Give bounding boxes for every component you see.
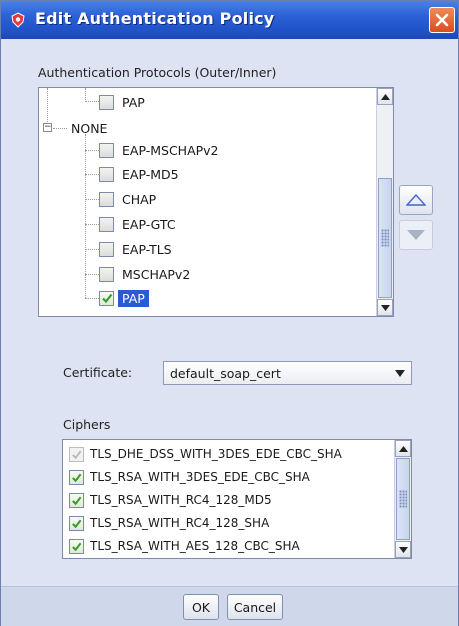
tree-item-label-selected: PAP <box>118 289 149 307</box>
checkbox-checked[interactable] <box>69 469 84 485</box>
certificate-label: Certificate: <box>63 365 133 380</box>
move-down-button[interactable] <box>399 220 433 250</box>
tree-line <box>85 224 99 225</box>
tree-item-chap[interactable]: CHAP <box>99 187 156 211</box>
ok-button[interactable]: OK <box>183 594 219 620</box>
tree-item-eap-gtc[interactable]: EAP-GTC <box>99 212 176 236</box>
certificate-select[interactable]: default_soap_cert <box>163 361 412 385</box>
cipher-item-rsa-aes128[interactable]: TLS_RSA_WITH_AES_128_CBC_SHA <box>69 534 300 558</box>
tree-item-label: EAP-MSCHAPv2 <box>122 142 219 158</box>
checkbox[interactable] <box>99 94 114 110</box>
tree-node-none[interactable]: NONE <box>63 116 107 140</box>
certificate-value: default_soap_cert <box>170 365 281 381</box>
checkbox-checked[interactable] <box>69 515 84 531</box>
cipher-label: TLS_RSA_WITH_AES_128_CBC_SHA <box>90 539 300 553</box>
tree-line <box>85 249 99 250</box>
checkmark-icon <box>101 293 112 304</box>
tree-line <box>85 101 99 102</box>
grip-icon <box>399 490 407 508</box>
checkbox-checked[interactable] <box>69 492 84 508</box>
dialog-window: Edit Authentication Policy Authenticatio… <box>0 0 459 626</box>
arrow-up-icon <box>398 445 408 452</box>
arrow-down-icon <box>398 546 408 553</box>
ciphers-label: Ciphers <box>63 417 111 432</box>
close-icon <box>435 13 449 27</box>
chevron-down-icon <box>395 370 405 377</box>
tree-item-pap-inner[interactable]: PAP <box>99 286 149 310</box>
checkbox[interactable] <box>99 216 114 232</box>
tree-item-eap-mschapv2[interactable]: EAP-MSCHAPv2 <box>99 138 219 162</box>
cancel-button[interactable]: Cancel <box>227 594 283 620</box>
tree-node-label: NONE <box>71 120 108 136</box>
tree-item-label: EAP-TLS <box>122 241 172 257</box>
tree-item-pap-outer[interactable]: PAP <box>99 90 145 114</box>
scroll-down-button[interactable] <box>395 541 411 558</box>
tree-line <box>85 88 86 102</box>
cipher-label: TLS_RSA_WITH_RC4_128_MD5 <box>90 493 272 507</box>
checkmark-icon <box>72 450 82 459</box>
triangle-up-icon <box>406 194 426 206</box>
dialog-title: Edit Authentication Policy <box>35 9 275 28</box>
checkmark-icon <box>72 496 82 505</box>
scroll-up-button[interactable] <box>395 440 411 457</box>
tree-line <box>85 199 99 200</box>
checkbox[interactable] <box>99 142 114 158</box>
cipher-label: TLS_RSA_WITH_3DES_EDE_CBC_SHA <box>90 470 310 484</box>
checkmark-icon <box>72 519 82 528</box>
tree-item-eap-md5[interactable]: EAP-MD5 <box>99 162 179 186</box>
grip-icon <box>381 229 389 247</box>
tree-item-eap-tls[interactable]: EAP-TLS <box>99 237 172 261</box>
close-button[interactable] <box>429 7 455 33</box>
shield-icon <box>11 12 25 28</box>
title-bar[interactable]: Edit Authentication Policy <box>1 1 458 39</box>
tree-line <box>85 150 99 151</box>
checkmark-icon <box>72 542 82 551</box>
tree-item-mschapv2[interactable]: MSCHAPv2 <box>99 262 190 286</box>
ciphers-list[interactable]: TLS_DHE_DSS_WITH_3DES_EDE_CBC_SHA TLS_RS… <box>62 439 412 559</box>
tree-line <box>85 174 99 175</box>
protocols-tree[interactable]: PAP − NONE EAP-MSCHAPv2 EAP-MD5 CHAP EAP… <box>38 87 394 317</box>
checkmark-icon <box>72 473 82 482</box>
checkbox[interactable] <box>99 191 114 207</box>
scroll-thumb[interactable] <box>378 178 392 298</box>
triangle-down-icon <box>407 230 425 240</box>
tree-item-label: CHAP <box>122 191 157 207</box>
collapse-icon[interactable]: − <box>43 123 52 132</box>
cipher-item-rsa-rc4-sha[interactable]: TLS_RSA_WITH_RC4_128_SHA <box>69 511 269 535</box>
tree-item-label: PAP <box>122 94 145 110</box>
checkbox-disabled <box>69 446 84 462</box>
cipher-label: TLS_RSA_WITH_RC4_128_SHA <box>90 516 270 530</box>
tree-line <box>85 298 99 299</box>
tree-item-label: EAP-GTC <box>122 216 176 232</box>
cipher-item-dhe-dss-3des[interactable]: TLS_DHE_DSS_WITH_3DES_EDE_CBC_SHA <box>69 442 342 466</box>
protocols-scrollbar[interactable] <box>376 88 393 316</box>
cipher-item-rsa-rc4-md5[interactable]: TLS_RSA_WITH_RC4_128_MD5 <box>69 488 272 512</box>
scroll-thumb[interactable] <box>396 458 410 540</box>
checkbox[interactable] <box>99 166 114 182</box>
checkbox-checked[interactable] <box>69 538 84 554</box>
scroll-down-button[interactable] <box>377 299 393 316</box>
move-up-button[interactable] <box>399 185 433 215</box>
cipher-item-rsa-3des[interactable]: TLS_RSA_WITH_3DES_EDE_CBC_SHA <box>69 465 310 489</box>
arrow-down-icon <box>380 304 390 311</box>
checkbox-checked[interactable] <box>99 290 114 306</box>
tree-item-label: EAP-MD5 <box>122 166 179 182</box>
ciphers-scrollbar[interactable] <box>394 440 411 558</box>
cipher-label: TLS_DHE_DSS_WITH_3DES_EDE_CBC_SHA <box>90 447 342 461</box>
checkbox[interactable] <box>99 266 114 282</box>
tree-item-label: MSCHAPv2 <box>122 266 191 282</box>
arrow-up-icon <box>380 93 390 100</box>
scroll-up-button[interactable] <box>377 88 393 105</box>
tree-line <box>85 274 99 275</box>
checkbox[interactable] <box>99 241 114 257</box>
protocols-label: Authentication Protocols (Outer/Inner) <box>38 65 277 80</box>
